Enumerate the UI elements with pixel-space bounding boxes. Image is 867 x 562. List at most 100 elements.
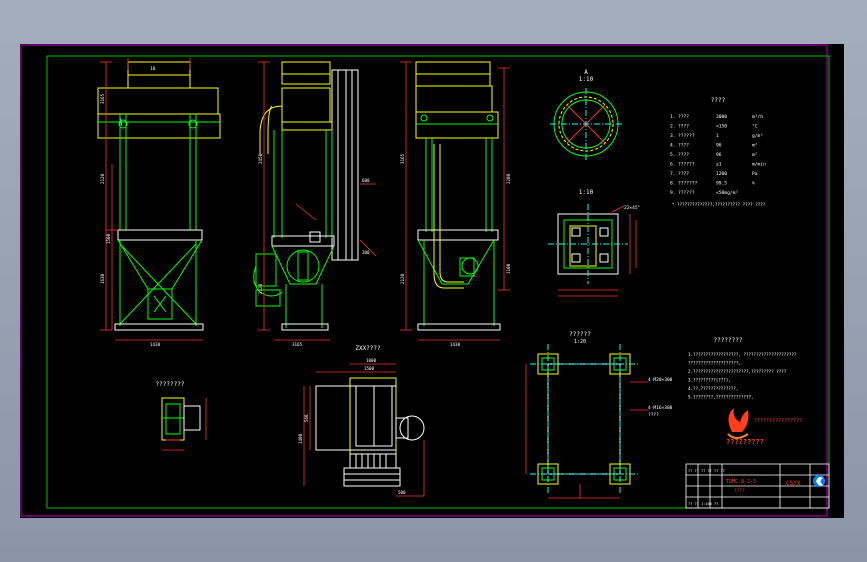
front-dimension-label: 1430 — [150, 342, 161, 347]
tech-table-row: 6.?????? ≤1 m/min — [670, 162, 766, 168]
company-badge-icon — [813, 475, 825, 487]
tech-row-key: ???? — [678, 171, 689, 177]
foundation-title: ?????? — [569, 331, 591, 338]
rear-dimension-label: 2200 — [506, 173, 511, 184]
plan-dim-note: 22×45° — [624, 205, 641, 211]
tech-row-key: ??????? — [678, 181, 698, 187]
tech-row-number: 4. — [670, 143, 676, 149]
tech-row-value: 99.5 — [716, 181, 727, 187]
note-line: 1.??????????????????, ??????????????????… — [688, 352, 797, 357]
section-a-view[interactable] — [550, 88, 622, 160]
side-dimension-label: 300 — [362, 250, 370, 255]
bottom-left-view-title: ???????? — [156, 381, 185, 388]
drawing-name: ???? — [734, 488, 745, 494]
tech-row-value: 1 — [716, 133, 719, 139]
tech-row-key: ???? — [678, 152, 689, 158]
side-dimension-label: 2120 — [258, 283, 263, 294]
tech-row-number: 6. — [670, 162, 676, 168]
tech-row-number: 5. — [670, 152, 676, 158]
title-block-row-1: ?? ?? ?? ?? ?? ?? — [688, 469, 725, 473]
top-view-dimension-label: 500 — [398, 490, 406, 495]
drawing-number: TDMC-8-2-5 — [726, 479, 756, 485]
note-line: ????????????????????, — [688, 361, 741, 366]
foundation-plan[interactable] — [530, 344, 638, 494]
tech-table-row: 8.??????? 99.5% — [670, 181, 755, 187]
top-view[interactable] — [315, 377, 425, 487]
tech-table-row: 7.???? 1200 Pa — [670, 171, 758, 177]
front-dimension-label: 3165 — [100, 93, 105, 104]
cad-drawing[interactable]: A 1:10 1:10 22×45° ???????? ZXX???? ????… — [20, 44, 844, 518]
drawing-code: CSYX — [786, 480, 801, 487]
tech-row-key: ?????? — [678, 162, 695, 168]
note-line: 5.????????,??????????????, — [688, 395, 754, 400]
company-name: ????????? — [726, 438, 764, 446]
note-line: 4.??,??????????????, — [688, 386, 738, 391]
rear-dimension-label: 3165 — [400, 153, 405, 164]
tech-row-unit: g/m³ — [752, 133, 763, 139]
tech-table-row: 1.???? 3000 m³/h — [670, 114, 763, 120]
front-dimension-label: 1500 — [106, 233, 111, 244]
title-block-row-4: ?? ?? 1:100 ?? — [688, 502, 718, 506]
front-view-label: 10 — [150, 66, 156, 72]
tech-row-unit: °C — [752, 124, 758, 130]
tech-row-number: 7. — [670, 171, 676, 177]
front-dimension-label: 1630 — [100, 273, 105, 284]
tech-row-value: 1200 — [716, 171, 727, 177]
tech-row-number: 9. — [670, 190, 676, 196]
drawing-sheet: A 1:10 1:10 22×45° ???????? ZXX???? ????… — [20, 44, 844, 518]
front-dimension-label: 2120 — [100, 173, 105, 184]
front-view[interactable] — [97, 61, 221, 331]
tech-row-value: ≤1 — [716, 162, 722, 168]
side-dimension-label: 600 — [362, 178, 370, 183]
top-view-dimension-label: 1400 — [298, 433, 303, 444]
tech-table-title: ???? — [711, 97, 726, 104]
tech-row-number: 2. — [670, 124, 676, 130]
rear-dimension-label: 1100 — [506, 263, 511, 274]
section-a-ratio: 1:10 — [579, 76, 594, 83]
flame-logo-icon — [727, 408, 749, 439]
detail-view-small[interactable] — [161, 397, 201, 441]
notes-title: ???????? — [714, 337, 743, 344]
top-view-dimension-label: 1500 — [364, 366, 375, 371]
tech-row-value: <150 — [716, 124, 727, 130]
tech-table: 1.???? 3000 m³/h 2.???? <150 °C 3.?????? 1 g/m³ 4… — [670, 114, 766, 196]
tech-row-key: ???? — [678, 143, 689, 149]
tech-row-key: ???? — [678, 124, 689, 130]
tech-footnote: * ??????????????,?????????? ???? ???? — [672, 202, 766, 207]
rear-dimension-label: 1430 — [450, 342, 461, 347]
tech-row-value: 96 — [716, 143, 722, 149]
plan-view[interactable] — [548, 204, 628, 284]
note-line: 3.?????????(???), — [688, 378, 731, 383]
tech-row-unit: Pa — [752, 171, 758, 177]
tech-row-unit: m² — [752, 153, 758, 158]
tech-row-unit: % — [752, 181, 755, 187]
foundation-note-3: ???? — [648, 412, 659, 418]
tech-row-key: ?????? — [678, 190, 695, 196]
top-view-dimension-label: 560 — [304, 414, 309, 422]
side-dimension-label: 2450 — [258, 153, 263, 164]
top-view-dimensions — [303, 363, 425, 497]
foundation-scale: 1:20 — [574, 339, 586, 345]
bottom-mid-view-title: ZXX???? — [355, 345, 381, 352]
side-view[interactable] — [253, 61, 359, 331]
section-a-label: A — [584, 69, 588, 76]
front-view-dimensions — [100, 58, 203, 341]
tech-table-row: 9.?????? <50mg/m³ — [670, 190, 738, 196]
tech-row-unit: m³/h — [752, 114, 763, 120]
rear-dimension-label: 2120 — [400, 273, 405, 284]
notes-list: 1.??????????????????, ??????????????????… — [688, 352, 797, 400]
company-url: ???????????????? — [754, 418, 802, 424]
tech-row-value: 3000 — [716, 114, 727, 120]
note-line: 2.??????????????????????,????????? ???? — [688, 369, 787, 374]
rear-view[interactable] — [415, 61, 501, 331]
tech-row-value: <50mg/m³ — [716, 190, 738, 196]
tech-row-number: 3. — [670, 133, 676, 139]
tech-table-row: 5.???? 96 m² — [670, 152, 758, 158]
tech-row-key: ???? — [678, 114, 689, 120]
side-dimension-label: 3165 — [292, 342, 303, 347]
top-view-dimension-label: 1000 — [366, 358, 377, 363]
tech-row-unit: m² — [752, 144, 758, 149]
tech-row-number: 1. — [670, 114, 676, 120]
tech-row-unit: m/min — [752, 162, 766, 168]
tech-row-value: 96 — [716, 152, 722, 158]
